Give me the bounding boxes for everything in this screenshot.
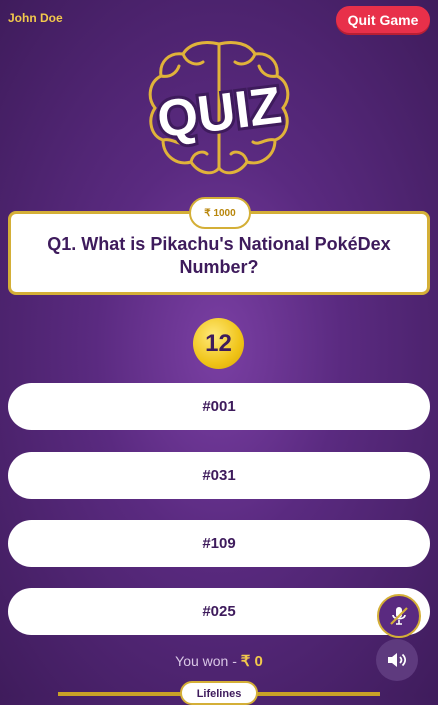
quiz-brain-logo: QUIZ (148, 40, 290, 175)
winnings-amount: ₹ 0 (240, 653, 263, 670)
question-text: Q1. What is Pikachu's National PokéDex N… (47, 234, 391, 277)
logo-text: QUIZ (154, 77, 284, 150)
lifelines-tab[interactable]: Lifelines (180, 681, 258, 705)
prize-badge: ₹ 1000 (189, 197, 251, 229)
mic-toggle-button[interactable] (377, 594, 421, 638)
answer-option-c[interactable]: #109 (8, 520, 430, 567)
answer-option-d[interactable]: #025 (8, 588, 430, 635)
quit-game-button[interactable]: Quit Game (336, 6, 430, 33)
winnings-text: You won - (175, 653, 241, 669)
countdown-timer: 12 (193, 318, 244, 369)
answer-option-b[interactable]: #031 (8, 452, 430, 499)
username: John Doe (8, 11, 63, 25)
winnings-label: You won - ₹ 0 (0, 652, 438, 670)
mic-muted-icon (390, 607, 408, 625)
answer-option-a[interactable]: #001 (8, 383, 430, 430)
